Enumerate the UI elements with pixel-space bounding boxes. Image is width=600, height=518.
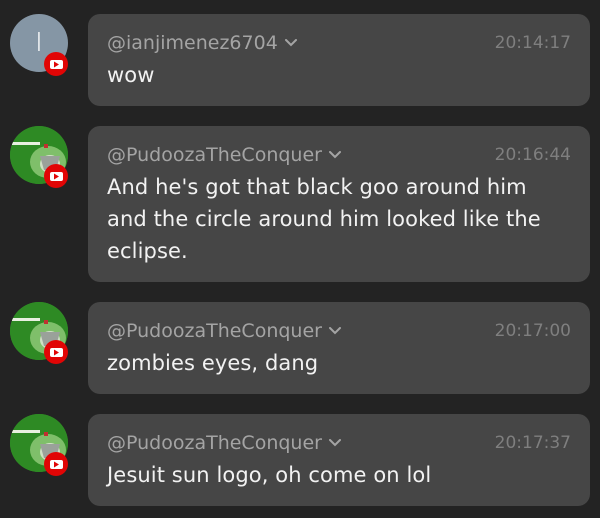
chevron-down-icon[interactable] [328,436,342,450]
timestamp: 20:14:17 [494,33,571,53]
youtube-icon [44,164,68,188]
timestamp: 20:17:37 [494,433,571,453]
username[interactable]: @PudoozaTheConquer [107,431,322,455]
message-bubble: @PudoozaTheConquer 20:17:37 Jesuit sun l… [88,414,590,506]
message-header: @PudoozaTheConquer 20:16:44 [107,143,571,167]
chat-message-list: I @ianjimenez6704 20:14:17 wow @PudoozaT… [0,0,600,518]
message-text: wow [107,63,155,87]
avatar-initial: I [35,28,43,58]
youtube-icon [44,340,68,364]
chevron-down-icon[interactable] [328,148,342,162]
timestamp: 20:17:00 [494,321,571,341]
message-text: And he's got that black goo around him a… [107,175,541,263]
chevron-down-icon[interactable] [328,324,342,338]
chevron-down-icon[interactable] [284,36,298,50]
message-text: Jesuit sun logo, oh come on lol [107,463,432,487]
message-text: zombies eyes, dang [107,351,319,375]
username[interactable]: @PudoozaTheConquer [107,143,322,167]
username[interactable]: @PudoozaTheConquer [107,319,322,343]
message-bubble: @ianjimenez6704 20:14:17 wow [88,14,590,106]
message-bubble: @PudoozaTheConquer 20:17:00 zombies eyes… [88,302,590,394]
message-header: @PudoozaTheConquer 20:17:37 [107,431,571,455]
message-header: @ianjimenez6704 20:14:17 [107,31,571,55]
youtube-icon [44,52,68,76]
youtube-icon [44,452,68,476]
timestamp: 20:16:44 [494,145,571,165]
message-bubble: @PudoozaTheConquer 20:16:44 And he's got… [88,126,590,282]
username[interactable]: @ianjimenez6704 [107,31,278,55]
message-header: @PudoozaTheConquer 20:17:00 [107,319,571,343]
